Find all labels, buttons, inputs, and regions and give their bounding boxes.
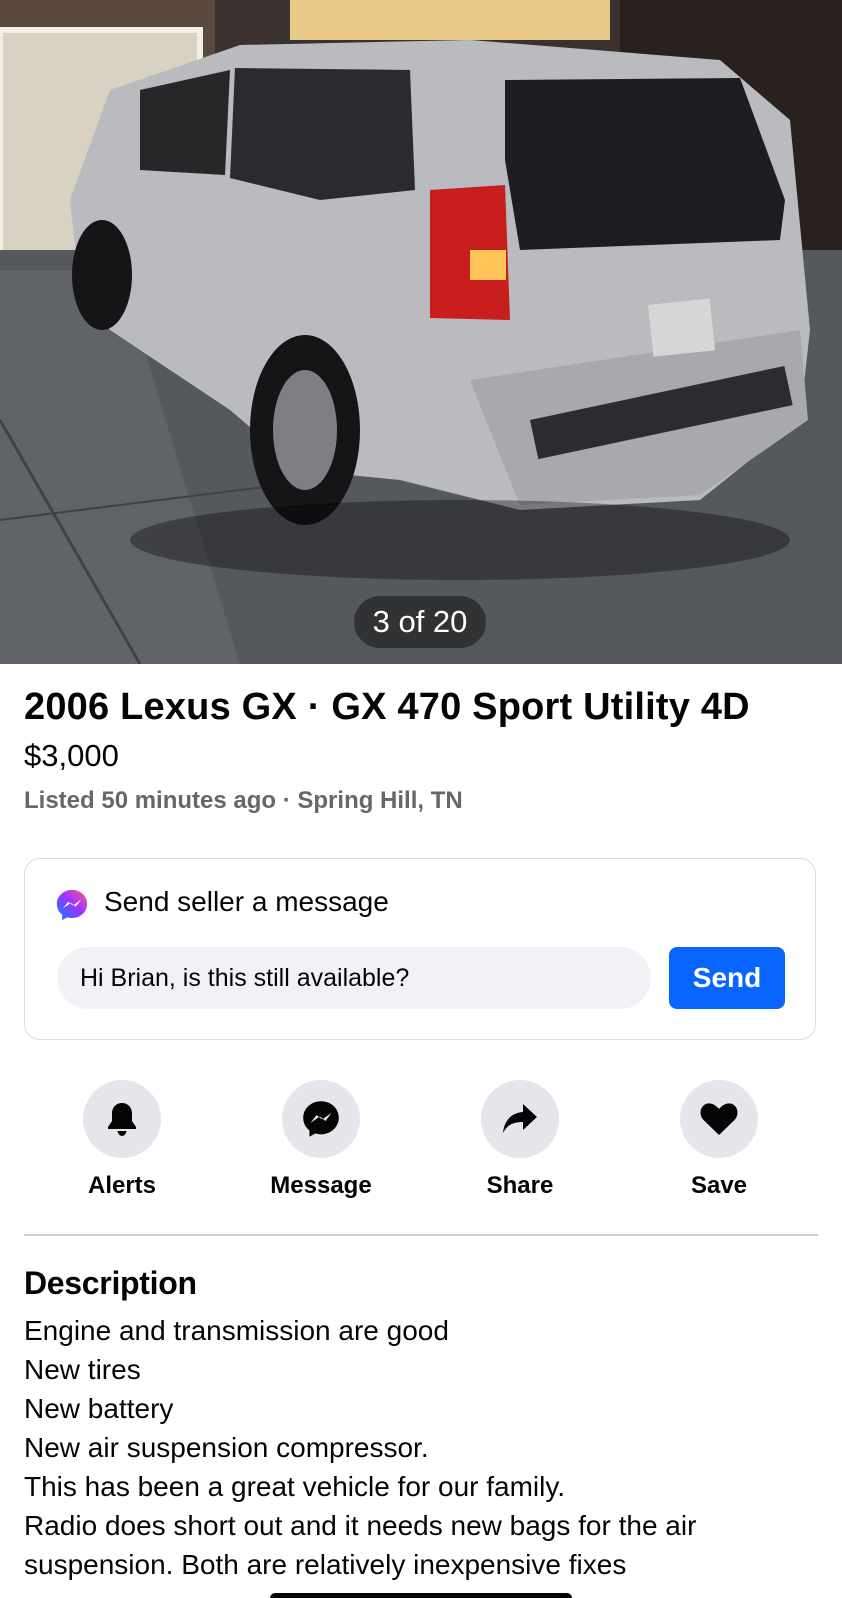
share-arrow-icon: [503, 1104, 537, 1133]
send-seller-message-card: Send seller a message Send: [24, 858, 816, 1040]
message-input[interactable]: [57, 947, 651, 1009]
alerts-label: Alerts: [87, 1172, 157, 1199]
message-button[interactable]: Message: [251, 1080, 391, 1200]
share-label: Share: [486, 1172, 554, 1199]
description-heading: Description: [24, 1265, 197, 1301]
description-line: Radio does short out and it needs new ba…: [24, 1510, 697, 1541]
message-label: Message: [270, 1172, 372, 1199]
send-button[interactable]: Send: [669, 947, 785, 1009]
message-card-title: Send seller a message: [104, 886, 389, 917]
description-line: New battery: [24, 1393, 174, 1424]
alerts-button[interactable]: Alerts: [52, 1080, 192, 1200]
share-button[interactable]: Share: [450, 1080, 590, 1200]
messenger-icon: [303, 1101, 339, 1137]
listing-price: $3,000: [24, 738, 119, 773]
messenger-icon: [56, 889, 88, 921]
listing-photo[interactable]: 3 of 20: [0, 0, 842, 664]
car-photo-illustration: [0, 0, 842, 664]
marketplace-listing-page: 3 of 20 2006 Lexus GX · GX 470 Sport Uti…: [0, 0, 842, 1598]
listing-title: 2006 Lexus GX · GX 470 Sport Utility 4D: [24, 686, 750, 728]
description-line: New tires: [24, 1354, 141, 1385]
save-label: Save: [690, 1172, 748, 1199]
photo-counter: 3 of 20: [354, 596, 486, 648]
save-icon-circle[interactable]: [680, 1080, 758, 1158]
share-icon-circle[interactable]: [481, 1080, 559, 1158]
heart-icon: [700, 1103, 738, 1135]
bell-icon: [108, 1103, 136, 1136]
description-text: Engine and transmission are good New tir…: [24, 1311, 824, 1584]
save-button[interactable]: Save: [649, 1080, 789, 1200]
description-line: suspension. Both are relatively inexpens…: [24, 1549, 627, 1580]
listing-meta: Listed 50 minutes ago · Spring Hill, TN: [24, 787, 463, 814]
message-icon-circle[interactable]: [282, 1080, 360, 1158]
description-line: This has been a great vehicle for our fa…: [24, 1471, 566, 1502]
description-line: New air suspension compressor.: [24, 1432, 429, 1463]
section-divider: [24, 1234, 818, 1236]
home-indicator[interactable]: [270, 1593, 572, 1598]
alerts-icon-circle[interactable]: [83, 1080, 161, 1158]
description-line: Engine and transmission are good: [24, 1315, 449, 1346]
